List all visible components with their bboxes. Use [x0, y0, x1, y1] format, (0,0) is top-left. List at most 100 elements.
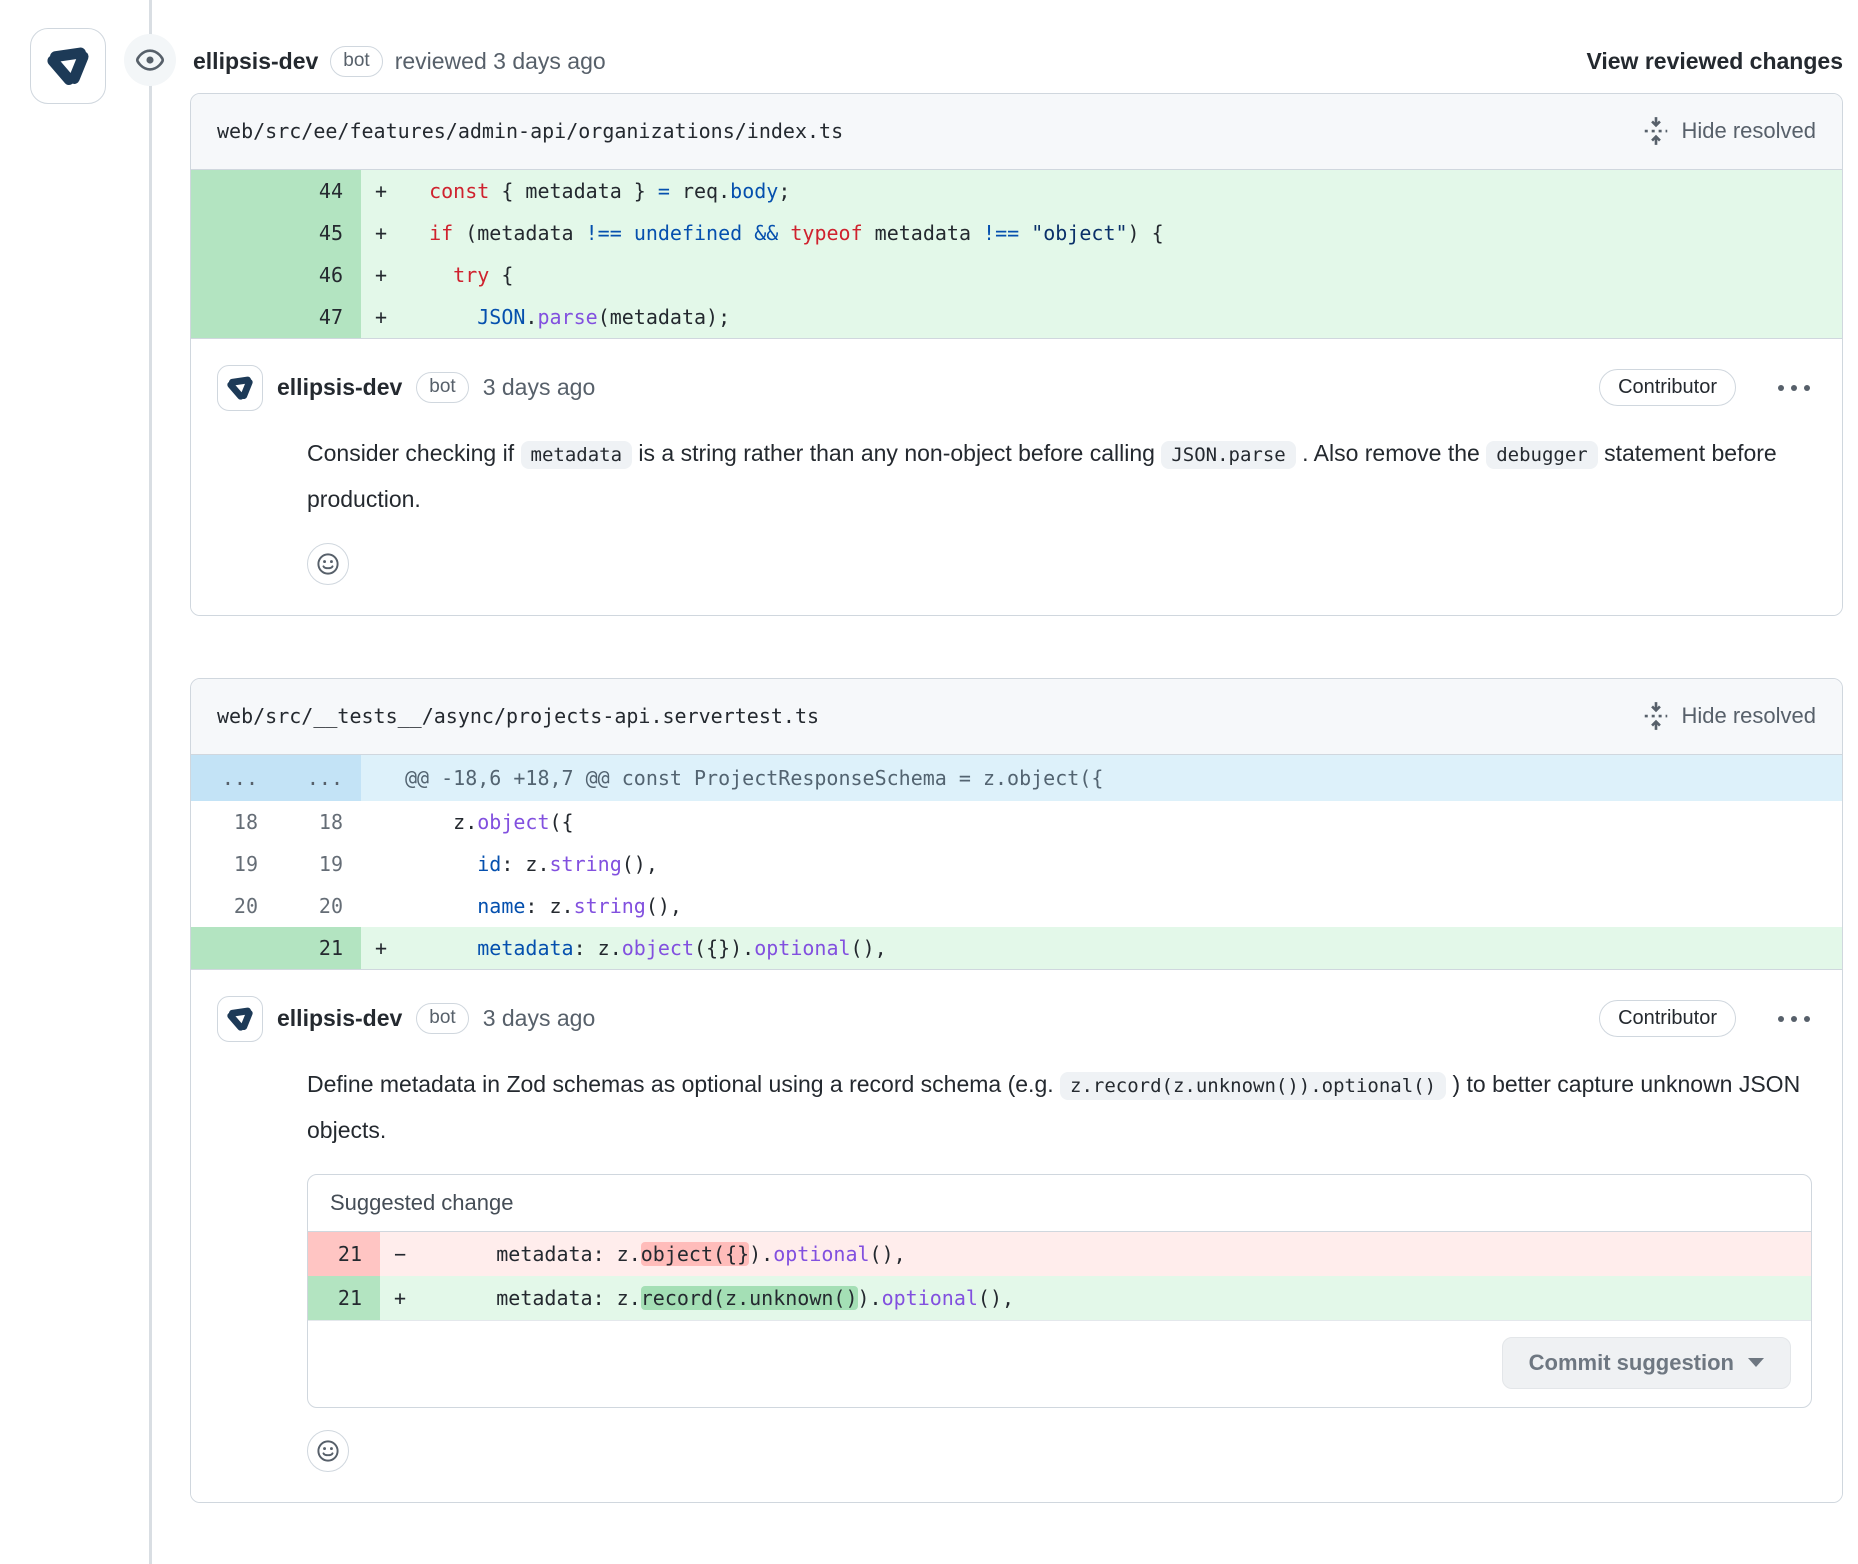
- diff-row[interactable]: 21+ metadata: z.record(z.unknown()).opti…: [308, 1276, 1811, 1320]
- code-line: z.object({: [405, 801, 1842, 843]
- commit-suggestion-button[interactable]: Commit suggestion: [1502, 1337, 1791, 1389]
- line-number[interactable]: 21: [308, 1276, 380, 1320]
- comment-header: ellipsis-dev bot 3 days ago Contributor: [217, 996, 1812, 1042]
- diff-row[interactable]: 21+ metadata: z.object({}).optional(),: [191, 927, 1842, 969]
- view-reviewed-changes-link[interactable]: View reviewed changes: [1586, 48, 1843, 75]
- new-line-number[interactable]: 47: [276, 296, 361, 338]
- comment-timestamp[interactable]: 3 days ago: [483, 374, 596, 401]
- old-line-number[interactable]: [191, 254, 276, 296]
- inline-code: metadata: [521, 441, 633, 469]
- old-line-number[interactable]: 19: [191, 843, 276, 885]
- comment-body: Consider checking if metadata is a strin…: [307, 431, 1812, 521]
- file-path-link[interactable]: web/src/ee/features/admin-api/organizati…: [217, 119, 843, 143]
- diff-row[interactable]: 47+ JSON.parse(metadata);: [191, 296, 1842, 338]
- new-line-number[interactable]: ...: [276, 755, 361, 801]
- diff-table: 44+ const { metadata } = req.body;45+ if…: [191, 170, 1842, 339]
- diff-sign: [361, 885, 405, 927]
- old-line-number[interactable]: [191, 170, 276, 212]
- comment-timestamp[interactable]: 3 days ago: [483, 1005, 596, 1032]
- review-action-text: reviewed 3 days ago: [395, 48, 606, 75]
- timeline-rail: [149, 0, 152, 1564]
- inline-code: z.record(z.unknown()).optional(): [1060, 1072, 1446, 1100]
- diff-row[interactable]: 45+ if (metadata !== undefined && typeof…: [191, 212, 1842, 254]
- code-line: name: z.string(),: [405, 885, 1842, 927]
- review-comment: ellipsis-dev bot 3 days ago Contributor …: [191, 339, 1842, 615]
- bot-badge: bot: [416, 1003, 468, 1034]
- diff-row[interactable]: 2020 name: z.string(),: [191, 885, 1842, 927]
- diff-sign: −: [380, 1232, 424, 1276]
- code-line: metadata: z.object({}).optional(),: [405, 927, 1842, 969]
- code-line: @@ -18,6 +18,7 @@ const ProjectResponseS…: [405, 755, 1842, 801]
- inline-code: JSON.parse: [1161, 441, 1295, 469]
- diff-row[interactable]: 46+ try {: [191, 254, 1842, 296]
- code-line: if (metadata !== undefined && typeof met…: [405, 212, 1842, 254]
- reviewer-name[interactable]: ellipsis-dev: [193, 48, 318, 75]
- line-number[interactable]: 21: [308, 1232, 380, 1276]
- new-line-number[interactable]: 44: [276, 170, 361, 212]
- diff-row[interactable]: 44+ const { metadata } = req.body;: [191, 170, 1842, 212]
- old-line-number[interactable]: ...: [191, 755, 276, 801]
- code-line: metadata: z.record(z.unknown()).optional…: [424, 1276, 1811, 1320]
- new-line-number[interactable]: 20: [276, 885, 361, 927]
- fold-icon: [1641, 116, 1671, 146]
- file-header: web/src/__tests__/async/projects-api.ser…: [191, 679, 1842, 755]
- diff-row[interactable]: 1919 id: z.string(),: [191, 843, 1842, 885]
- new-line-number[interactable]: 21: [276, 927, 361, 969]
- comment-author[interactable]: ellipsis-dev: [277, 1005, 402, 1032]
- old-line-number[interactable]: [191, 927, 276, 969]
- comment-options-kebab-icon[interactable]: [1776, 1010, 1812, 1028]
- reviewer-avatar[interactable]: [30, 28, 106, 104]
- smiley-icon: [316, 1439, 340, 1463]
- new-line-number[interactable]: 19: [276, 843, 361, 885]
- review-thread-card: web/src/ee/features/admin-api/organizati…: [190, 93, 1843, 616]
- code-line: try {: [405, 254, 1842, 296]
- new-line-number[interactable]: 18: [276, 801, 361, 843]
- comment-author[interactable]: ellipsis-dev: [277, 374, 402, 401]
- ellipsis-logo-icon: [42, 40, 94, 92]
- diff-row[interactable]: ...... @@ -18,6 +18,7 @@ const ProjectRes…: [191, 755, 1842, 801]
- diff-row[interactable]: 1818 z.object({: [191, 801, 1842, 843]
- comment-text: Consider checking if: [307, 440, 521, 466]
- hide-resolved-label: Hide resolved: [1681, 703, 1816, 729]
- contributor-badge: Contributor: [1599, 1000, 1736, 1037]
- diff-sign: [361, 801, 405, 843]
- comment-header: ellipsis-dev bot 3 days ago Contributor: [217, 365, 1812, 411]
- hide-resolved-button[interactable]: Hide resolved: [1641, 116, 1816, 146]
- suggestion-diff: 21− metadata: z.object({}).optional(),21…: [308, 1232, 1811, 1320]
- inline-code: debugger: [1486, 441, 1598, 469]
- comment-body: Define metadata in Zod schemas as option…: [307, 1062, 1812, 1152]
- ellipsis-logo-icon: [224, 372, 256, 404]
- review-comment: ellipsis-dev bot 3 days ago Contributor …: [191, 970, 1842, 1502]
- diff-sign: +: [361, 170, 405, 212]
- contributor-badge: Contributor: [1599, 369, 1736, 406]
- new-line-number[interactable]: 45: [276, 212, 361, 254]
- review-thread-card: web/src/__tests__/async/projects-api.ser…: [190, 678, 1843, 1503]
- code-line: metadata: z.object({}).optional(),: [424, 1232, 1811, 1276]
- comment-avatar[interactable]: [217, 365, 263, 411]
- code-line: const { metadata } = req.body;: [405, 170, 1842, 212]
- file-path-link[interactable]: web/src/__tests__/async/projects-api.ser…: [217, 704, 819, 728]
- diff-sign: +: [380, 1276, 424, 1320]
- old-line-number[interactable]: [191, 296, 276, 338]
- smiley-icon: [316, 552, 340, 576]
- add-reaction-button[interactable]: [307, 543, 349, 585]
- diff-sign: +: [361, 296, 405, 338]
- comment-avatar[interactable]: [217, 996, 263, 1042]
- suggested-change-label: Suggested change: [308, 1175, 1811, 1232]
- diff-sign: +: [361, 254, 405, 296]
- diff-sign: +: [361, 212, 405, 254]
- new-line-number[interactable]: 46: [276, 254, 361, 296]
- old-line-number[interactable]: 20: [191, 885, 276, 927]
- bot-badge: bot: [416, 372, 468, 403]
- hide-resolved-button[interactable]: Hide resolved: [1641, 701, 1816, 731]
- review-header: ellipsis-dev bot reviewed 3 days ago Vie…: [193, 0, 1843, 77]
- commit-suggestion-label: Commit suggestion: [1529, 1350, 1734, 1376]
- diff-sign: [361, 755, 405, 801]
- comment-options-kebab-icon[interactable]: [1776, 379, 1812, 397]
- diff-row[interactable]: 21− metadata: z.object({}).optional(),: [308, 1232, 1811, 1276]
- add-reaction-button[interactable]: [307, 1430, 349, 1472]
- old-line-number[interactable]: [191, 212, 276, 254]
- comment-text: Define metadata in Zod schemas as option…: [307, 1071, 1060, 1097]
- old-line-number[interactable]: 18: [191, 801, 276, 843]
- suggested-change-block: Suggested change 21− metadata: z.object(…: [307, 1174, 1812, 1408]
